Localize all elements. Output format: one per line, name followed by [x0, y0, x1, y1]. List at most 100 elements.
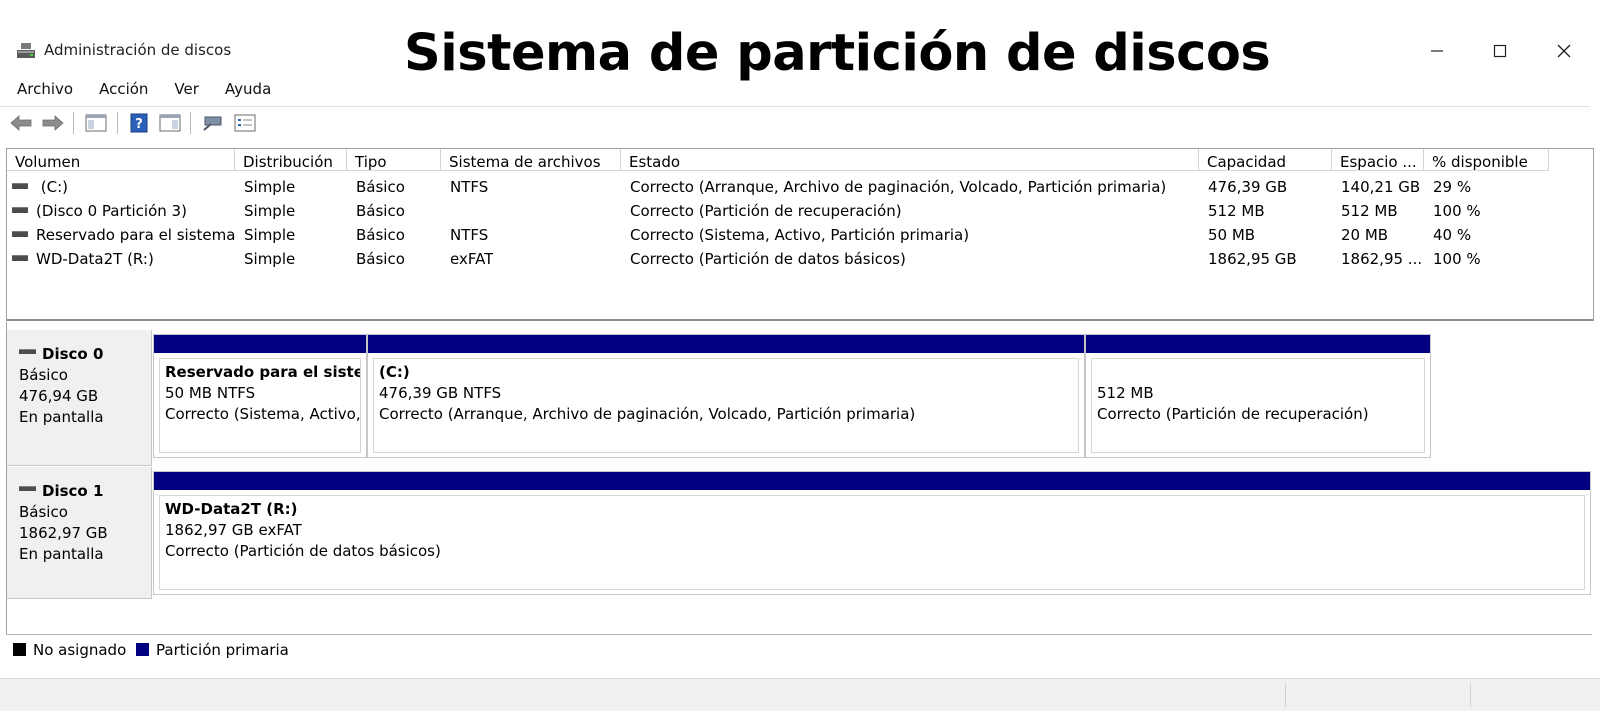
volume-icon — [12, 182, 28, 189]
status-cell: Correcto (Partición de recuperación) — [630, 202, 902, 220]
disk-kind: Básico — [19, 503, 68, 521]
table-row[interactable]: Reservado para el sistema Simple Básico … — [7, 223, 1587, 246]
partition-title: Reservado para el sistema — [165, 363, 360, 381]
disk-name: Disco 1 — [42, 482, 104, 500]
volume-list-header: Volumen Distribución Tipo Sistema de arc… — [7, 149, 1587, 173]
table-row[interactable]: (Disco 0 Partición 3) Simple Básico Corr… — [7, 199, 1587, 222]
legend-label: Partición primaria — [156, 641, 289, 659]
layout-cell: Simple — [244, 226, 296, 244]
menu-ver[interactable]: Ver — [174, 76, 199, 102]
menu-ayuda[interactable]: Ayuda — [225, 76, 271, 102]
maximize-icon — [1493, 44, 1507, 58]
layout-cell: Simple — [244, 250, 296, 268]
connect-button[interactable] — [201, 113, 223, 133]
partition-details: (C:) 476,39 GB NTFS Correcto (Arranque, … — [373, 358, 1079, 453]
properties-button[interactable] — [234, 113, 256, 133]
table-row[interactable]: WD-Data2T (R:) Simple Básico exFAT Corre… — [7, 247, 1587, 270]
partition-c[interactable]: (C:) 476,39 GB NTFS Correcto (Arranque, … — [367, 334, 1085, 458]
disk-kind: Básico — [19, 366, 68, 384]
partition-details: Reservado para el sistema 50 MB NTFS Cor… — [159, 358, 361, 453]
volume-icon — [12, 206, 28, 213]
volume-name: WD-Data2T (R:) — [36, 250, 154, 268]
back-button[interactable] — [10, 113, 32, 133]
free-cell: 1862,95 ... — [1341, 250, 1423, 268]
layout-cell: Simple — [244, 178, 296, 196]
console-tree-icon — [85, 114, 107, 132]
action-pane-button[interactable] — [159, 113, 181, 133]
column-header-capacidad[interactable]: Capacidad — [1199, 149, 1332, 171]
disk-1-label[interactable]: Disco 1 Básico 1862,97 GB En pantalla — [7, 467, 152, 599]
minimize-button[interactable] — [1414, 38, 1460, 64]
column-header-sistema-archivos[interactable]: Sistema de archivos — [441, 149, 621, 171]
partition-details: WD-Data2T (R:) 1862,97 GB exFAT Correcto… — [159, 495, 1585, 590]
pct-cell: 100 % — [1433, 250, 1481, 268]
legend-swatch-black — [13, 643, 26, 656]
column-header-espacio[interactable]: Espacio ... — [1332, 149, 1424, 171]
disk-size: 1862,97 GB — [19, 524, 108, 542]
legend-swatch-navy — [136, 643, 149, 656]
type-cell: Básico — [356, 178, 405, 196]
primary-partition-bar — [1086, 335, 1430, 353]
column-header-distribucion[interactable]: Distribución — [235, 149, 347, 171]
partition-size-fs: 50 MB NTFS — [165, 384, 256, 402]
disk-icon — [19, 349, 36, 354]
disk-icon — [19, 486, 36, 491]
disk-name: Disco 0 — [42, 345, 104, 363]
capacity-cell: 476,39 GB — [1208, 178, 1288, 196]
column-header-disponible[interactable]: % disponible — [1424, 149, 1549, 171]
volume-list[interactable]: Volumen Distribución Tipo Sistema de arc… — [6, 148, 1594, 321]
free-cell: 512 MB — [1341, 202, 1398, 220]
partition-title — [1097, 362, 1424, 383]
action-pane-icon — [159, 114, 181, 132]
volume-cell: (C:) — [12, 178, 68, 196]
column-header-tipo[interactable]: Tipo — [347, 149, 441, 171]
forward-arrow-icon — [42, 115, 64, 131]
status-cell: Correcto (Partición de datos básicos) — [630, 250, 906, 268]
primary-partition-bar — [154, 472, 1590, 490]
primary-partition-bar — [368, 335, 1084, 353]
volume-name: (Disco 0 Partición 3) — [36, 202, 187, 220]
fs-cell: exFAT — [450, 250, 494, 268]
capacity-cell: 1862,95 GB — [1208, 250, 1297, 268]
title-bar: Administración de discos Sistema de part… — [0, 0, 1600, 83]
type-cell: Básico — [356, 250, 405, 268]
help-button[interactable]: ? — [128, 113, 150, 133]
volume-icon — [12, 230, 28, 237]
partition-status: Correcto (Partición de recuperación) — [1097, 405, 1369, 423]
console-tree-button[interactable] — [85, 113, 107, 133]
disk-size: 476,94 GB — [19, 387, 99, 405]
partition-status: Correcto (Sistema, Activo, Partición pri… — [165, 405, 361, 423]
toolbar-separator — [117, 112, 118, 134]
maximize-button[interactable] — [1477, 38, 1523, 64]
partition-status: Correcto (Arranque, Archivo de paginació… — [379, 405, 916, 423]
svg-text:?: ? — [135, 117, 143, 132]
close-button[interactable] — [1541, 38, 1587, 64]
partition-recovery[interactable]: 512 MB Correcto (Partición de recuperaci… — [1085, 334, 1431, 458]
partition-size-fs: 1862,97 GB exFAT — [165, 521, 302, 539]
disk-0-label[interactable]: Disco 0 Básico 476,94 GB En pantalla — [7, 330, 152, 466]
menu-archivo[interactable]: Archivo — [17, 76, 73, 102]
disk-state: En pantalla — [19, 408, 104, 426]
fs-cell: NTFS — [450, 178, 489, 196]
partition-wd-data2t[interactable]: WD-Data2T (R:) 1862,97 GB exFAT Correcto… — [153, 471, 1591, 595]
volume-name: Reservado para el sistema — [36, 226, 236, 244]
disk-management-icon — [15, 41, 37, 61]
table-row[interactable]: (C:) Simple Básico NTFS Correcto (Arranq… — [7, 175, 1587, 198]
minimize-icon — [1431, 50, 1443, 52]
disk-state: En pantalla — [19, 545, 104, 563]
properties-icon — [234, 114, 256, 132]
status-cell: Correcto (Arranque, Archivo de paginació… — [630, 178, 1167, 196]
menu-accion[interactable]: Acción — [99, 76, 148, 102]
status-divider — [1285, 683, 1286, 707]
free-cell: 20 MB — [1341, 226, 1389, 244]
toolbar-separator — [73, 112, 74, 134]
partition-size-fs: 512 MB — [1097, 384, 1154, 402]
forward-button[interactable] — [42, 113, 64, 133]
column-header-estado[interactable]: Estado — [621, 149, 1199, 171]
connect-icon — [203, 116, 222, 131]
toolbar-separator — [190, 112, 191, 134]
column-header-volumen[interactable]: Volumen — [7, 149, 235, 171]
partition-system-reserved[interactable]: Reservado para el sistema 50 MB NTFS Cor… — [153, 334, 367, 458]
partition-title: (C:) — [379, 363, 410, 381]
close-icon — [1557, 44, 1571, 58]
